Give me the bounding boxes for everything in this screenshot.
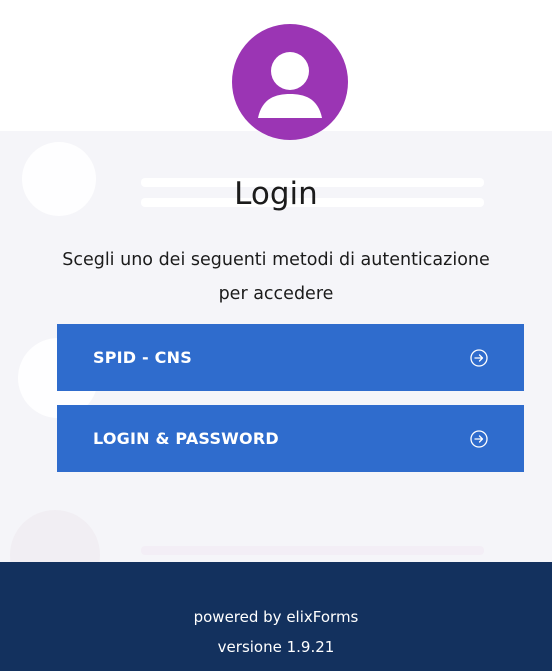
powered-by-text: powered by elixForms <box>193 608 359 626</box>
user-icon <box>258 52 322 118</box>
spid-cns-button[interactable]: SPID - CNS <box>57 324 524 391</box>
background-line <box>141 546 484 555</box>
login-password-button[interactable]: LOGIN & PASSWORD <box>57 405 524 472</box>
page-subtitle: Scegli uno dei seguenti metodi di autent… <box>62 250 490 304</box>
footer: powered by elixForms versione 1.9.21 <box>0 562 552 671</box>
spid-cns-button-label: SPID - CNS <box>93 348 192 367</box>
page-title: Login <box>234 176 318 212</box>
version-text: versione 1.9.21 <box>217 638 335 656</box>
login-page: Login Scegli uno dei seguenti metodi di … <box>0 0 552 671</box>
arrow-right-circle-icon <box>470 429 488 448</box>
arrow-right-circle-icon <box>470 348 488 367</box>
login-password-button-label: LOGIN & PASSWORD <box>93 429 279 448</box>
user-avatar <box>232 24 348 140</box>
